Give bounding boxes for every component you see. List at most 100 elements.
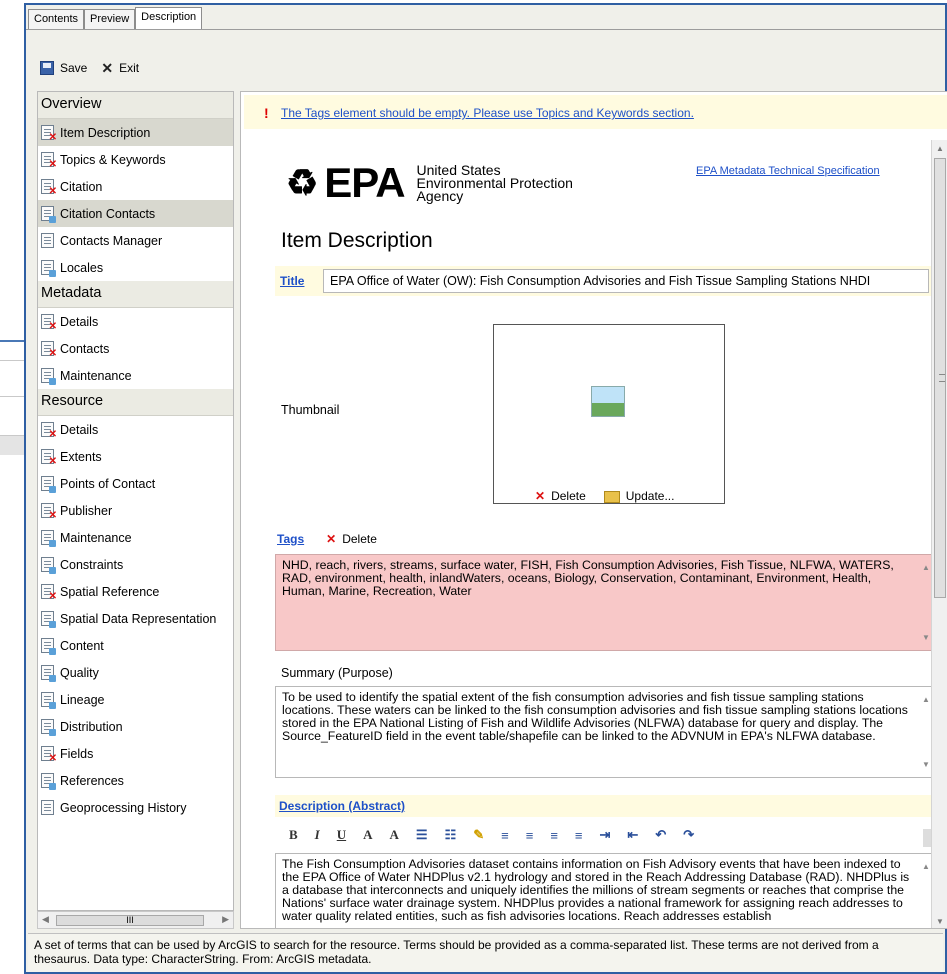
title-input[interactable]: EPA Office of Water (OW): Fish Consumpti… — [323, 269, 929, 293]
sidebar-item-lineage[interactable]: Lineage — [38, 686, 233, 713]
sidebar-item-locales[interactable]: Locales — [38, 254, 233, 281]
org-line-3: Agency — [416, 187, 464, 204]
sidebar-item-spatial-reference[interactable]: Spatial Reference — [38, 578, 233, 605]
sidebar-item-spatial-data-representation[interactable]: Spatial Data Representation — [38, 605, 233, 632]
sidebar-item-citation[interactable]: Citation — [38, 173, 233, 200]
tags-textarea[interactable]: NHD, reach, rivers, streams, surface wat… — [275, 554, 935, 651]
sidebar-item-metadata-contacts[interactable]: Contacts — [38, 335, 233, 362]
sidebar-item-geoprocessing-history[interactable]: Geoprocessing History — [38, 794, 233, 821]
scroll-down-icon[interactable]: ▼ — [922, 631, 930, 644]
outdent-icon[interactable]: ⇤ — [627, 827, 638, 843]
page-ok-icon — [41, 557, 56, 574]
delete-icon: ✕ — [326, 532, 337, 546]
grow-font-button[interactable]: A — [363, 827, 372, 843]
bold-button[interactable]: B — [289, 827, 298, 843]
page-error-icon — [41, 746, 57, 764]
sidebar-item-constraints[interactable]: Constraints — [38, 551, 233, 578]
sidebar-item-metadata-maintenance[interactable]: Maintenance — [38, 362, 233, 389]
sidebar-item-label: Extents — [60, 449, 102, 464]
sidebar-item-publisher[interactable]: Publisher — [38, 497, 233, 524]
page-ok-icon — [41, 665, 56, 682]
page-error-icon — [41, 503, 57, 521]
justify-icon[interactable]: ≡ — [575, 828, 583, 843]
page-ok-icon — [41, 260, 56, 277]
toolbar: Save ✕ Exit — [28, 53, 943, 83]
sidebar-item-extents[interactable]: Extents — [38, 443, 233, 470]
scrollbar-thumb[interactable] — [934, 158, 946, 598]
tab-preview[interactable]: Preview — [84, 9, 136, 29]
sidebar-item-points-of-contact[interactable]: Points of Contact — [38, 470, 233, 497]
undo-icon[interactable]: ↶ — [655, 827, 666, 843]
shrink-font-button[interactable]: A — [390, 827, 399, 843]
sidebar-item-resource-maintenance[interactable]: Maintenance — [38, 524, 233, 551]
delete-label: Delete — [551, 489, 586, 503]
summary-textarea[interactable]: To be used to identify the spatial exten… — [275, 686, 935, 778]
thumbnail-update-button[interactable]: Update... — [603, 489, 675, 503]
thumbnail-delete-button[interactable]: ✕ Delete — [535, 489, 586, 503]
sidebar-item-fields[interactable]: Fields — [38, 740, 233, 767]
sidebar-item-references[interactable]: References — [38, 767, 233, 794]
spec-link[interactable]: EPA Metadata Technical Specification — [696, 165, 880, 177]
clear-format-icon[interactable]: ✎ — [473, 827, 484, 843]
page-error-icon — [41, 179, 57, 197]
scroll-down-icon[interactable]: ▼ — [936, 917, 944, 926]
scroll-up-icon[interactable]: ▲ — [922, 561, 930, 574]
sidebar-item-quality[interactable]: Quality — [38, 659, 233, 686]
scrollbar-thumb[interactable]: III — [56, 915, 204, 926]
sidebar-item-metadata-details[interactable]: Details — [38, 308, 233, 335]
scroll-up-icon[interactable]: ▲ — [922, 860, 930, 873]
page-ok-icon — [41, 692, 56, 709]
sidebar-item-content[interactable]: Content — [38, 632, 233, 659]
sidebar-item-label: Details — [60, 422, 99, 437]
exit-button[interactable]: ✕ Exit — [101, 60, 139, 77]
page-ok-icon — [41, 611, 56, 628]
delete-label: Delete — [342, 532, 377, 546]
align-left-icon[interactable]: ≡ — [501, 828, 509, 843]
sidebar-item-resource-details[interactable]: Details — [38, 416, 233, 443]
description-editor[interactable]: The Fish Consumption Advisories dataset … — [275, 853, 935, 928]
page-icon — [41, 233, 54, 248]
sidebar-item-citation-contacts[interactable]: Citation Contacts — [38, 200, 233, 227]
sidebar-item-distribution[interactable]: Distribution — [38, 713, 233, 740]
bullet-list-icon[interactable]: ☰ — [416, 827, 428, 843]
tags-delete-button[interactable]: ✕ Delete — [326, 532, 377, 546]
scroll-left-icon[interactable]: ◀ — [42, 914, 49, 925]
redo-icon[interactable]: ↷ — [683, 827, 694, 843]
close-icon: ✕ — [101, 59, 114, 76]
save-button[interactable]: Save — [40, 61, 87, 75]
align-center-icon[interactable]: ≡ — [526, 828, 534, 843]
sidebar-item-label: Geoprocessing History — [60, 800, 187, 815]
panel-vertical-scrollbar[interactable]: ▲ ▼ — [931, 140, 947, 928]
page-icon — [41, 800, 54, 815]
italic-button[interactable]: I — [315, 827, 320, 843]
scroll-down-icon[interactable]: ▼ — [922, 758, 930, 771]
delete-icon: ✕ — [535, 489, 546, 503]
tab-contents[interactable]: Contents — [28, 9, 85, 29]
sidebar-item-label: Locales — [60, 260, 104, 275]
tags-label-link[interactable]: Tags — [277, 532, 304, 546]
scroll-up-icon[interactable]: ▲ — [936, 144, 944, 153]
sidebar-horizontal-scrollbar[interactable]: ◀ III ▶ — [37, 911, 234, 929]
indent-icon[interactable]: ⇥ — [600, 827, 611, 843]
sidebar-item-label: Lineage — [60, 692, 105, 707]
page-ok-icon — [41, 719, 56, 736]
sidebar-item-label: Maintenance — [60, 368, 132, 383]
scroll-up-icon[interactable]: ▲ — [922, 693, 930, 706]
scroll-right-icon[interactable]: ▶ — [222, 914, 229, 925]
warning-link[interactable]: The Tags element should be empty. Please… — [281, 106, 694, 120]
sidebar-item-topics-keywords[interactable]: Topics & Keywords — [38, 146, 233, 173]
update-label: Update... — [625, 489, 675, 503]
help-status-bar: A set of terms that can be used by ArcGI… — [28, 933, 943, 972]
sidebar-item-item-description[interactable]: Item Description — [38, 119, 233, 146]
page-ok-icon — [41, 368, 56, 385]
align-right-icon[interactable]: ≡ — [550, 828, 558, 843]
thumbnail-frame — [493, 324, 725, 504]
description-header: Description (Abstract) — [275, 795, 935, 817]
tab-description[interactable]: Description — [135, 7, 203, 29]
page-error-icon — [41, 152, 57, 170]
underline-button[interactable]: U — [337, 827, 346, 843]
numbered-list-icon[interactable]: ☷ — [445, 827, 457, 843]
description-label-link[interactable]: Description (Abstract) — [279, 799, 405, 813]
title-label-link[interactable]: Title — [280, 274, 304, 288]
sidebar-item-contacts-manager[interactable]: Contacts Manager — [38, 227, 233, 254]
